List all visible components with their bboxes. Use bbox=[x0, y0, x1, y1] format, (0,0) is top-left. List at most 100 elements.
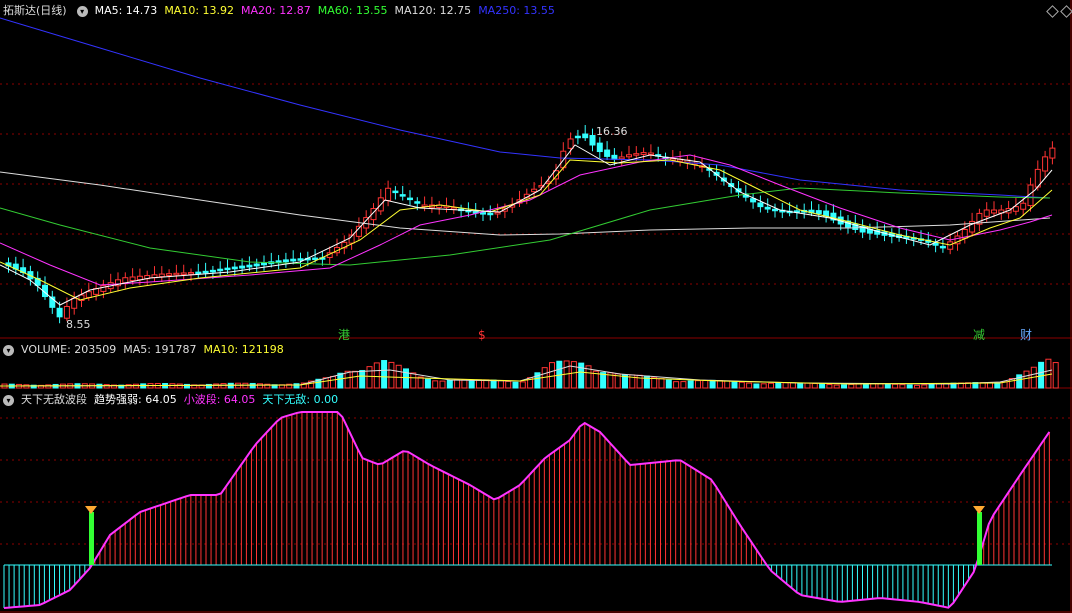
marker-hk-connect[interactable]: 港 bbox=[338, 328, 350, 342]
volume-bar bbox=[746, 382, 753, 389]
volume-bar bbox=[709, 379, 716, 389]
volume-bar bbox=[468, 379, 475, 389]
volume-bar bbox=[512, 381, 519, 389]
candle-body bbox=[246, 264, 253, 268]
volume-bar bbox=[476, 379, 482, 389]
volume-bar bbox=[388, 361, 395, 389]
volume-bar bbox=[848, 383, 855, 389]
volume-bar bbox=[884, 383, 891, 389]
volume-bar bbox=[424, 378, 431, 389]
volume-bar bbox=[249, 382, 256, 389]
candle-body bbox=[450, 207, 457, 210]
volume-ma5-label: MA5: 191787 bbox=[123, 343, 197, 356]
oscillator-panel-header: ▾ 天下无敌波段 趋势强弱: 64.05 小波段: 64.05 天下无敌: 0.00 bbox=[0, 391, 345, 409]
ma5-label: MA5: 14.73 bbox=[94, 4, 158, 17]
candle-body bbox=[231, 266, 238, 270]
candle-body bbox=[224, 267, 231, 271]
candle-body bbox=[173, 272, 180, 276]
marker-financial[interactable]: 财 bbox=[1020, 328, 1032, 342]
volume-bar bbox=[738, 381, 745, 389]
buy-signal-icon bbox=[973, 506, 985, 514]
volume-bar bbox=[213, 383, 220, 389]
volume-label: VOLUME: 203509 bbox=[21, 343, 117, 356]
ma20-line bbox=[0, 154, 1053, 286]
volume-bar bbox=[695, 380, 701, 389]
trend-strength-label: 趋势强弱: 64.05 bbox=[94, 393, 177, 406]
candle-body bbox=[1049, 147, 1056, 159]
candle-body bbox=[764, 206, 771, 210]
volume-bar bbox=[293, 383, 300, 389]
candle-body bbox=[757, 202, 764, 208]
candle-body bbox=[947, 241, 954, 250]
volume-bar bbox=[257, 383, 263, 389]
invincible-label: 天下无敌: 0.00 bbox=[262, 393, 339, 406]
volume-bar bbox=[819, 383, 826, 389]
candle-body bbox=[1042, 156, 1049, 172]
marker-dividend[interactable]: $ bbox=[478, 328, 486, 342]
candle-body bbox=[297, 258, 304, 261]
candle-body bbox=[122, 277, 129, 284]
volume-bar bbox=[103, 384, 110, 389]
volume-bar bbox=[753, 383, 760, 389]
candle-body bbox=[626, 154, 632, 158]
volume-bar bbox=[373, 362, 380, 389]
chevron-down-icon[interactable]: ▾ bbox=[3, 394, 14, 406]
volume-bar bbox=[724, 380, 731, 389]
oscillator-title: 天下无敌波段 bbox=[21, 393, 87, 406]
candle-body bbox=[531, 188, 538, 193]
volume-bar bbox=[804, 382, 811, 389]
volume-bar bbox=[381, 360, 388, 389]
candle-body bbox=[239, 265, 246, 269]
volume-bar bbox=[1045, 358, 1052, 389]
volume-bar bbox=[366, 366, 373, 389]
candle-body bbox=[399, 194, 406, 197]
volume-bar bbox=[1052, 362, 1059, 389]
volume-bar bbox=[351, 370, 358, 389]
marker-reduce[interactable]: 减 bbox=[973, 328, 985, 342]
candle-body bbox=[596, 142, 603, 153]
candle-body bbox=[195, 271, 202, 275]
volume-bar bbox=[716, 380, 723, 389]
chevron-down-icon[interactable]: ▾ bbox=[3, 344, 14, 356]
candle-body bbox=[392, 190, 399, 194]
oscillator-bars bbox=[3, 411, 1052, 609]
candle-body bbox=[253, 263, 260, 267]
candle-body bbox=[823, 210, 830, 217]
volume-bar bbox=[877, 383, 884, 389]
volume-bar bbox=[994, 382, 1001, 389]
volume-bar bbox=[899, 384, 906, 389]
chart-canvas[interactable]: 16.36 8.55 港 $ 减 财 bbox=[0, 0, 1072, 613]
candle-body bbox=[640, 152, 647, 155]
volume-bar bbox=[636, 374, 643, 389]
volume-bar bbox=[768, 382, 774, 389]
candle-body bbox=[85, 291, 92, 298]
volume-bar bbox=[439, 380, 446, 389]
buy-signal-bar bbox=[977, 512, 982, 565]
volume-bar bbox=[841, 384, 847, 389]
price-panel-header: 拓斯达(日线) ▾ MA5: 14.73 MA10: 13.92 MA20: 12.87… bbox=[0, 2, 562, 20]
volume-bar bbox=[417, 376, 424, 389]
candle-body bbox=[56, 307, 63, 318]
volume-bar bbox=[549, 362, 555, 389]
volume-bar bbox=[497, 380, 504, 389]
ma60-label: MA60: 13.55 bbox=[317, 4, 388, 17]
volume-bar bbox=[935, 383, 942, 389]
candle-body bbox=[209, 269, 216, 273]
volume-bar bbox=[330, 375, 336, 389]
volume-bar bbox=[490, 379, 497, 389]
candle-body bbox=[217, 268, 224, 272]
candle-body bbox=[63, 305, 70, 319]
candle-body bbox=[202, 270, 209, 274]
volume-bar bbox=[855, 383, 862, 389]
stock-title: 拓斯达(日线) bbox=[3, 4, 67, 17]
candle-body bbox=[983, 209, 990, 217]
volume-bar bbox=[359, 369, 366, 389]
volume-bar bbox=[519, 381, 526, 389]
candle-body bbox=[158, 273, 165, 278]
candle-body bbox=[1012, 206, 1019, 212]
volume-bar bbox=[1023, 370, 1030, 389]
volume-bar bbox=[665, 379, 672, 389]
candle-body bbox=[129, 276, 136, 282]
chevron-down-icon[interactable]: ▾ bbox=[76, 5, 88, 17]
candle-body bbox=[136, 275, 143, 281]
